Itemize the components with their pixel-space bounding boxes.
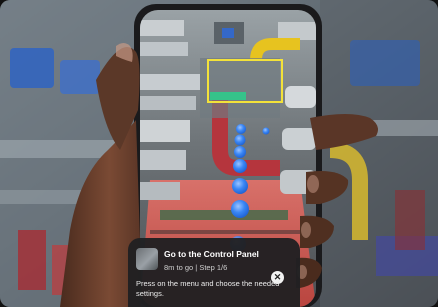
control-panel-thumbnail [136,248,158,270]
instruction-description: Press on the menu and choose the needed … [136,279,280,298]
instruction-title: Go to the Control Panel [164,249,259,259]
progress-separator: | [195,263,198,272]
distance-remaining: 8m to go [164,263,194,272]
instruction-card: Go to the Control Panel 8m to go | Step … [128,238,300,307]
step-indicator: Step 1/6 [199,263,228,272]
instruction-progress: 8m to go | Step 1/6 [164,263,227,272]
ar-navigation-photo: Go to the Control Panel 8m to go | Step … [0,0,438,307]
